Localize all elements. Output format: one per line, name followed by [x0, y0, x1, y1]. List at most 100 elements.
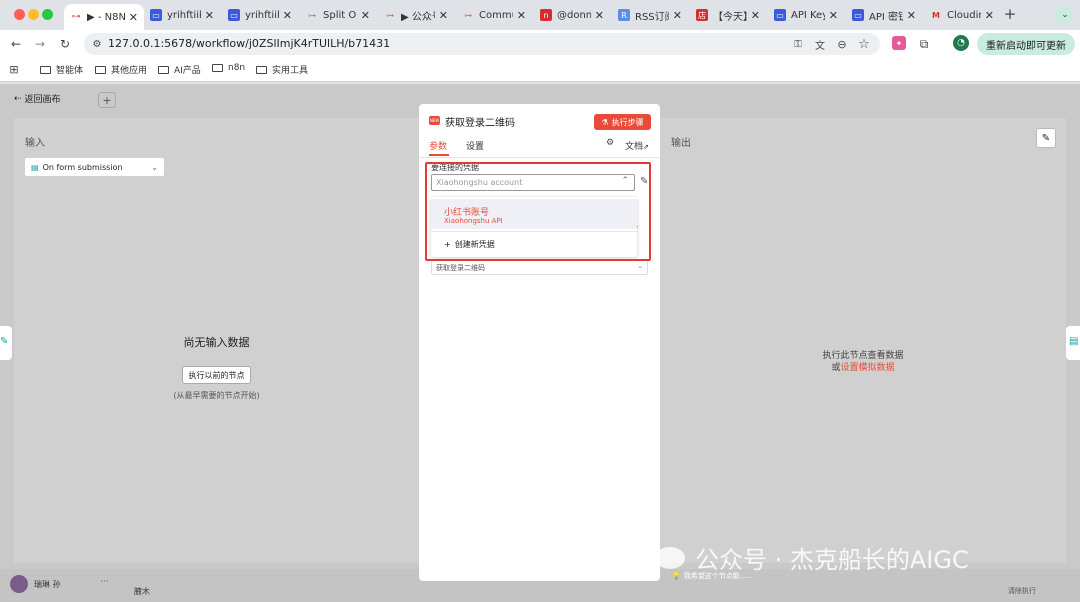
tab-favicon-icon: R	[618, 9, 630, 21]
address-bar[interactable]: ⚙ 127.0.0.1:5678/workflow/j0ZSlImjK4rTUl…	[84, 33, 880, 55]
forward-arrow-icon[interactable]: →	[32, 36, 48, 52]
set-mock-data-link[interactable]: 设置模拟数据	[841, 363, 895, 373]
bookmark-folder[interactable]: n8n	[212, 63, 245, 73]
close-tab-icon[interactable]: ✕	[517, 9, 526, 22]
apps-grid-icon[interactable]: ⊞	[8, 63, 20, 76]
bookmark-folder[interactable]: 其他应用	[95, 63, 147, 76]
output-empty-line2: 或设置模拟数据	[831, 363, 895, 373]
bookmarks-bar: ⊞ 智能体 其他应用 AI产品 n8n 实用工具	[0, 58, 1080, 82]
close-tab-icon[interactable]: ✕	[129, 11, 138, 24]
minimize-window-button[interactable]	[28, 9, 39, 20]
browser-chrome: ⊶ ▶ - N8N ✕ ▭ yrihftiik ✕ ▭ yrihftiik ✕ …	[0, 0, 1080, 84]
close-tab-icon[interactable]: ✕	[439, 9, 448, 22]
update-button[interactable]: 重新启动即可更新	[977, 33, 1075, 55]
gmail-icon: M	[932, 10, 940, 20]
output-panel-title: 输出	[671, 138, 691, 149]
output-panel: 输出 ✎ 执行此节点查看数据 或设置模拟数据	[660, 118, 1066, 563]
url-text: 127.0.0.1:5678/workflow/j0ZSlImjK4rTUlLH…	[108, 37, 391, 50]
wechat-icon	[655, 546, 685, 569]
tab-favicon-icon: ⊶	[71, 12, 81, 22]
browser-toolbar: ← → ↻ ⚙ 127.0.0.1:5678/workflow/j0ZSlImj…	[0, 30, 1080, 58]
tab-favicon-icon: ▭	[228, 9, 240, 21]
translate-icon[interactable]: 文	[812, 37, 828, 52]
operation-select[interactable]: 获取登录二维码 ⌄	[431, 260, 648, 275]
bookmark-folder[interactable]: 实用工具	[256, 63, 308, 76]
edit-output-button[interactable]: ✎	[1036, 128, 1056, 148]
active-tab-indicator	[429, 154, 449, 156]
close-window-button[interactable]	[14, 9, 25, 20]
reload-icon[interactable]: ↻	[57, 36, 73, 52]
node-icon: ▤	[1069, 336, 1079, 347]
close-tab-icon[interactable]: ✕	[985, 9, 994, 22]
close-tab-icon[interactable]: ✕	[205, 9, 214, 22]
chevron-down-icon: ⌄	[637, 262, 643, 270]
back-to-canvas-link[interactable]: ⇠ 返回画布	[14, 92, 61, 106]
browser-tab[interactable]: 店 【今天】 ✕	[690, 4, 766, 26]
run-previous-nodes-button[interactable]: 执行以前的节点	[182, 366, 251, 384]
tab-favicon-icon: ▭	[150, 9, 162, 21]
tab-favicon-icon: ⊶	[308, 10, 316, 20]
zoom-icon[interactable]: ⊖	[834, 37, 850, 51]
tab-settings[interactable]: 设置	[466, 139, 484, 152]
maximize-window-button[interactable]	[42, 9, 53, 20]
bookmark-folder[interactable]: AI产品	[158, 63, 201, 76]
bookmark-folder[interactable]: 智能体	[40, 63, 83, 76]
chevron-down-icon: ⌄	[151, 162, 158, 172]
trigger-node-select[interactable]: ▤ On form submission ⌄	[25, 158, 164, 176]
folder-icon	[256, 65, 267, 74]
gear-icon[interactable]: ⚙	[606, 138, 614, 148]
close-tab-icon[interactable]: ✕	[751, 9, 760, 22]
browser-tab[interactable]: ⊶ ▶ 公众号 ✕	[378, 4, 454, 26]
browser-tab[interactable]: ▭ API Key ✕	[768, 4, 844, 26]
pencil-icon: ✎	[0, 336, 9, 347]
input-panel-title: 输入	[25, 138, 45, 149]
tab-parameters[interactable]: 参数	[429, 139, 447, 152]
bookmark-star-icon[interactable]: ☆	[856, 36, 872, 52]
node-title[interactable]: 获取登录二维码	[445, 114, 515, 129]
right-edge-handle[interactable]: ▤	[1066, 326, 1080, 360]
tab-bar: ⊶ ▶ - N8N ✕ ▭ yrihftiik ✕ ▭ yrihftiik ✕ …	[0, 0, 1080, 30]
close-tab-icon[interactable]: ✕	[361, 9, 370, 22]
browser-tab[interactable]: M Cloudin ✕	[924, 4, 1000, 26]
close-tab-icon[interactable]: ✕	[283, 9, 292, 22]
execute-step-button[interactable]: ⚗ 执行步骤	[594, 114, 651, 130]
browser-tab[interactable]: ▭ API 密钥 ✕	[846, 4, 922, 26]
browser-tab[interactable]: n @donn ✕	[534, 4, 610, 26]
input-panel: 输入 ▤ On form submission ⌄ 尚无输入数据 执行以前的节点…	[14, 118, 419, 563]
site-info-icon[interactable]: ⚙	[90, 37, 104, 51]
flask-icon: ⚗	[601, 117, 609, 127]
browser-tab[interactable]: R RSS订阅 ✕	[612, 4, 688, 26]
node-badge-icon: NEW	[429, 116, 440, 125]
folder-icon	[95, 65, 106, 74]
browser-tab[interactable]: ▭ yrihftiik ✕	[144, 4, 220, 26]
avatar[interactable]	[10, 575, 28, 593]
clear-execution-button[interactable]: 清除执行	[1008, 586, 1036, 596]
profile-avatar-icon[interactable]: ◔	[953, 35, 969, 51]
close-tab-icon[interactable]: ✕	[829, 9, 838, 22]
external-link-icon: ⇗	[643, 143, 649, 151]
pencil-icon: ✎	[1041, 132, 1051, 144]
key-icon[interactable]: ⚿	[790, 37, 806, 51]
browser-tab[interactable]: ⊶ Split Ou ✕	[300, 4, 376, 26]
left-edge-handle[interactable]: ✎	[0, 326, 12, 360]
folder-icon	[158, 65, 169, 74]
more-menu-icon[interactable]: ···	[100, 577, 109, 587]
extension-icon[interactable]: ✦	[892, 36, 906, 50]
tab-favicon-icon: 店	[696, 9, 708, 21]
new-tab-icon[interactable]: +	[1002, 5, 1018, 23]
extensions-puzzle-icon[interactable]: ⧉	[916, 36, 932, 52]
browser-tab[interactable]: ⊶ ▶ - N8N ✕	[64, 4, 144, 30]
browser-tab[interactable]: ▭ yrihftiik ✕	[222, 4, 298, 26]
close-tab-icon[interactable]: ✕	[595, 9, 604, 22]
close-tab-icon[interactable]: ✕	[673, 9, 682, 22]
browser-tab[interactable]: ⊶ Commu ✕	[456, 4, 532, 26]
run-previous-hint: (从最早需要的节点开始)	[173, 391, 260, 400]
tab-favicon-icon: ▭	[774, 9, 786, 21]
chevron-down-icon[interactable]: ⌄	[1056, 6, 1074, 24]
user-name: 瑞琳 孙	[34, 580, 61, 589]
back-arrow-icon[interactable]: ←	[8, 36, 24, 52]
close-tab-icon[interactable]: ✕	[907, 9, 916, 22]
folder-icon	[40, 65, 51, 74]
docs-link[interactable]: 文档⇗	[625, 139, 649, 152]
add-node-button[interactable]: +	[98, 92, 116, 108]
